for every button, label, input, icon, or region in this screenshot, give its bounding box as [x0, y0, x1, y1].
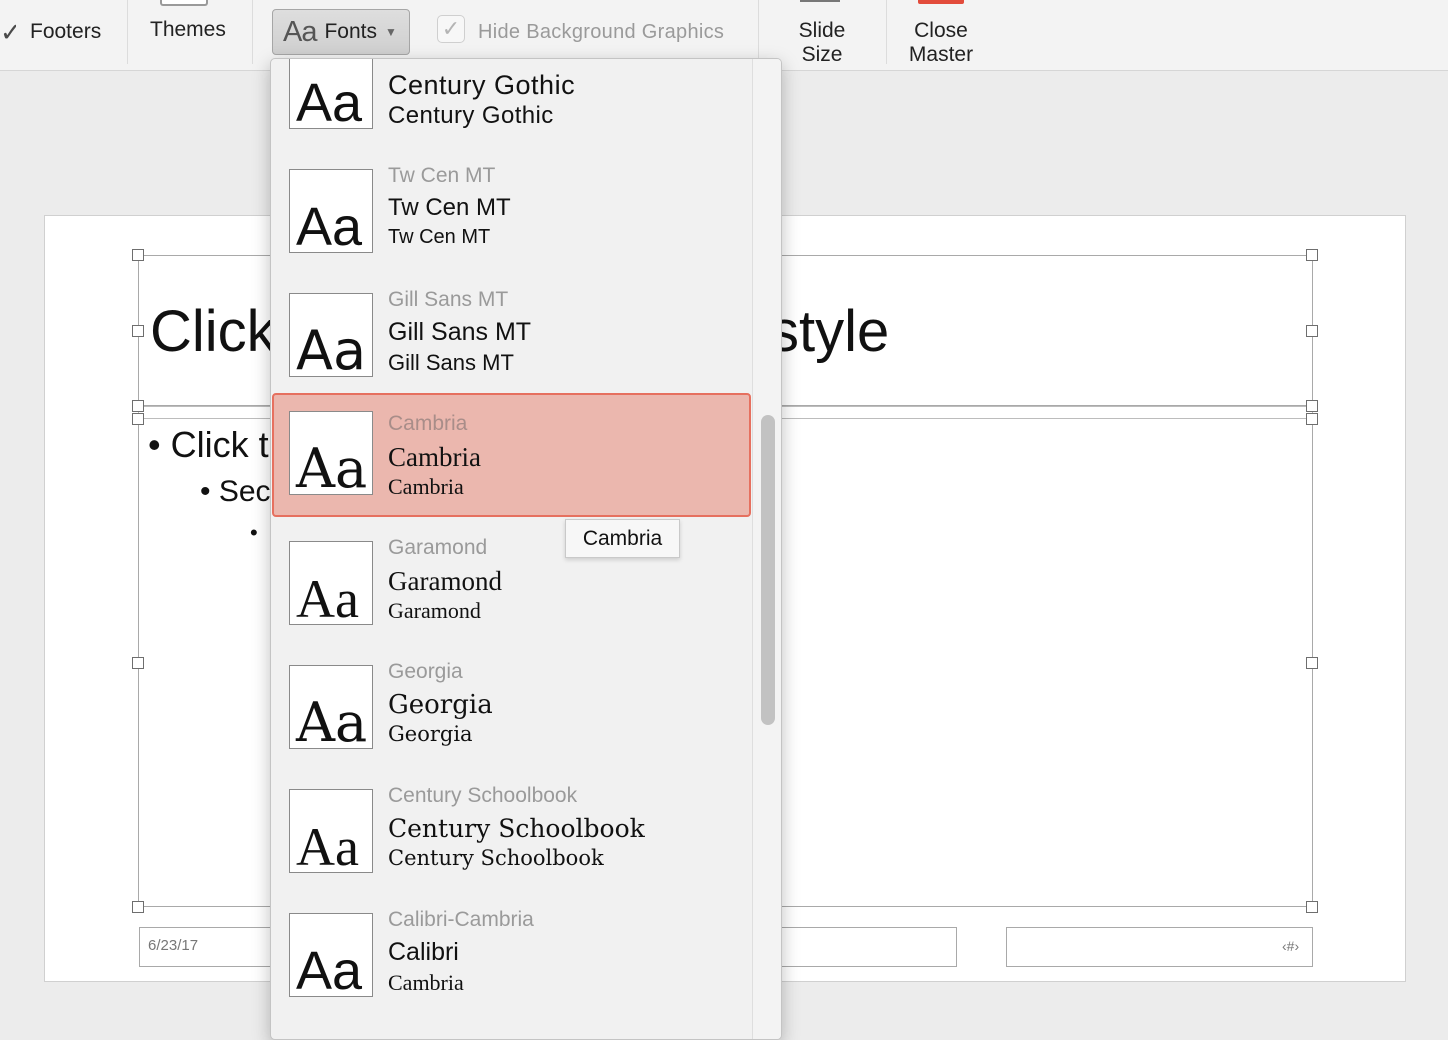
- resize-handle[interactable]: [1306, 249, 1318, 261]
- resize-handle[interactable]: [1306, 657, 1318, 669]
- font-preview-sample: Aa: [296, 691, 368, 749]
- heading-font-label: Calibri: [388, 938, 459, 966]
- slide-size-label-line2: Size: [801, 43, 843, 66]
- font-scheme-name: Georgia: [388, 660, 463, 683]
- body-font-label: Century Schoolbook: [388, 846, 604, 870]
- footers-checkbox[interactable]: ✓: [0, 18, 16, 46]
- font-preview-sample: Aa: [296, 817, 359, 873]
- font-scheme-item[interactable]: Aa Gill Sans MT Gill Sans MT Gill Sans M…: [272, 266, 750, 390]
- resize-handle[interactable]: [132, 901, 144, 913]
- heading-font-label: Tw Cen MT: [388, 194, 511, 221]
- font-preview-thumbnail: Aa: [289, 541, 373, 625]
- body-font-label: Century Gothic: [388, 102, 554, 129]
- themes-icon[interactable]: [160, 0, 208, 6]
- font-preview-thumbnail: Aa: [289, 411, 373, 495]
- body-font-label: Tw Cen MT: [388, 226, 491, 248]
- heading-font-label: Georgia: [388, 690, 493, 720]
- chevron-down-icon: ▼: [385, 25, 397, 39]
- slide-size-icon[interactable]: [800, 0, 840, 2]
- slide-size-button[interactable]: Slide Size: [786, 19, 858, 67]
- heading-font-label: Cambria: [388, 442, 481, 472]
- ribbon-divider: [758, 0, 759, 64]
- font-scheme-item[interactable]: Aa Calibri-Cambria Calibri Cambria: [272, 886, 750, 1010]
- date-text: 6/23/17: [148, 937, 199, 954]
- font-preview-sample: Aa: [296, 941, 363, 997]
- resize-handle[interactable]: [1306, 400, 1318, 412]
- font-scheme-item[interactable]: Aa Century Gothic Century Gothic: [272, 59, 750, 142]
- font-preview-thumbnail: Aa: [289, 665, 373, 749]
- font-scheme-name: Cambria: [388, 412, 468, 435]
- font-preview-thumbnail: Aa: [289, 789, 373, 873]
- close-master-icon[interactable]: [918, 0, 964, 4]
- themes-button[interactable]: Themes: [150, 18, 226, 42]
- resize-handle[interactable]: [132, 249, 144, 261]
- footers-label[interactable]: Footers: [30, 20, 101, 44]
- heading-font-label: Garamond: [388, 566, 502, 596]
- font-scheme-item-selected[interactable]: Aa Cambria Cambria Cambria: [272, 393, 751, 517]
- fonts-icon: Aa: [283, 15, 317, 48]
- scrollbar-thumb[interactable]: [761, 415, 775, 725]
- slide-number-placeholder[interactable]: [1006, 927, 1313, 967]
- title-text: Click: [150, 299, 276, 364]
- font-scheme-item[interactable]: Aa Century Schoolbook Century Schoolbook…: [272, 762, 750, 886]
- font-preview-thumbnail: Aa: [289, 293, 373, 377]
- heading-font-label: Century Gothic: [388, 70, 576, 100]
- dropdown-scrollbar[interactable]: [752, 59, 781, 1039]
- font-scheme-name: Century Schoolbook: [388, 784, 578, 807]
- slide-number-text: ‹#›: [1282, 938, 1300, 954]
- heading-font-label: Gill Sans MT: [388, 318, 532, 346]
- resize-handle[interactable]: [132, 657, 144, 669]
- hide-background-graphics-label[interactable]: Hide Background Graphics: [478, 21, 724, 44]
- font-scheme-item[interactable]: Aa Tw Cen MT Tw Cen MT Tw Cen MT: [272, 142, 750, 266]
- font-scheme-name: Garamond: [388, 536, 488, 559]
- fonts-label: Fonts: [324, 20, 378, 43]
- font-preview-sample: Aa: [296, 319, 367, 377]
- body-text-level1: • Click t: [148, 424, 269, 465]
- ribbon-divider: [127, 0, 128, 64]
- slide-size-label-line1: Slide: [798, 19, 846, 42]
- body-text-level3: •: [250, 520, 258, 545]
- body-text-level2-label: Sec: [218, 475, 271, 508]
- resize-handle[interactable]: [1306, 325, 1318, 337]
- font-preview-sample: Aa: [296, 73, 363, 129]
- body-font-label: Cambria: [388, 970, 464, 995]
- font-scheme-item[interactable]: Aa Georgia Georgia Georgia: [272, 638, 750, 762]
- fonts-dropdown-menu[interactable]: Aa Century Gothic Century Gothic Aa Tw C…: [270, 58, 782, 1040]
- font-preview-sample: Aa: [296, 569, 359, 625]
- body-font-label: Cambria: [388, 474, 464, 499]
- font-preview-thumbnail: Aa: [289, 913, 373, 997]
- body-font-label: Garamond: [388, 598, 481, 623]
- font-scheme-name: Gill Sans MT: [388, 288, 509, 311]
- title-text-tail: style: [770, 299, 890, 364]
- font-scheme-name: Tw Cen MT: [388, 164, 496, 187]
- body-text-level1-label: Click t: [170, 424, 269, 465]
- font-tooltip: Cambria: [565, 519, 680, 558]
- font-preview-sample: Aa: [296, 437, 368, 495]
- resize-handle[interactable]: [132, 413, 144, 425]
- heading-font-label: Century Schoolbook: [388, 814, 645, 843]
- close-master-button[interactable]: Close Master: [896, 19, 986, 67]
- ribbon-divider: [886, 0, 887, 64]
- resize-handle[interactable]: [132, 325, 144, 337]
- close-master-label-line1: Close: [914, 19, 968, 42]
- ribbon-divider: [252, 0, 253, 64]
- font-preview-thumbnail: Aa: [289, 169, 373, 253]
- resize-handle[interactable]: [1306, 901, 1318, 913]
- resize-handle[interactable]: [132, 400, 144, 412]
- font-scheme-name: Calibri-Cambria: [388, 908, 534, 931]
- hide-background-graphics-checkbox[interactable]: ✓: [437, 15, 465, 43]
- body-font-label: Gill Sans MT: [388, 350, 514, 375]
- body-text-level2: • Sec: [200, 475, 271, 508]
- font-preview-thumbnail: Aa: [289, 59, 373, 129]
- resize-handle[interactable]: [1306, 413, 1318, 425]
- close-master-label-line2: Master: [908, 43, 974, 66]
- font-preview-sample: Aa: [296, 197, 363, 253]
- body-font-label: Georgia: [388, 722, 473, 746]
- fonts-dropdown-button[interactable]: Aa Fonts ▼: [272, 9, 410, 55]
